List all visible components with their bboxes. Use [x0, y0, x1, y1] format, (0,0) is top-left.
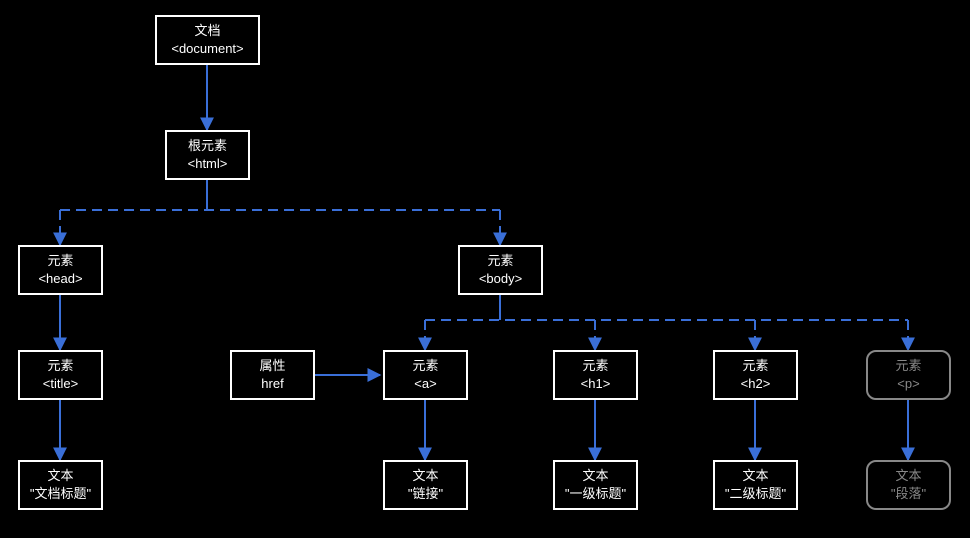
node-a: 元素 <a>: [383, 350, 468, 400]
node-href: 属性 href: [230, 350, 315, 400]
node-tag: href: [238, 375, 307, 393]
node-title: 元素 <title>: [18, 350, 103, 400]
node-p-text: 文本 "段落": [866, 460, 951, 510]
node-a-text: 文本 "链接": [383, 460, 468, 510]
node-label: 文本: [874, 467, 943, 485]
node-label: 元素: [26, 252, 95, 270]
node-h2-text: 文本 "二级标题": [713, 460, 798, 510]
node-tag: "文档标题": [26, 485, 95, 503]
node-label: 文本: [391, 467, 460, 485]
node-p: 元素 <p>: [866, 350, 951, 400]
node-html: 根元素 <html>: [165, 130, 250, 180]
node-tag: <body>: [466, 270, 535, 288]
node-title-text: 文本 "文档标题": [18, 460, 103, 510]
node-tag: "一级标题": [561, 485, 630, 503]
node-label: 元素: [874, 357, 943, 375]
node-label: 元素: [721, 357, 790, 375]
node-label: 属性: [238, 357, 307, 375]
node-tag: "段落": [874, 485, 943, 503]
node-tag: <h1>: [561, 375, 630, 393]
node-label: 元素: [466, 252, 535, 270]
node-tag: <h2>: [721, 375, 790, 393]
node-label: 根元素: [173, 137, 242, 155]
node-tag: <a>: [391, 375, 460, 393]
node-label: 元素: [391, 357, 460, 375]
node-tag: "二级标题": [721, 485, 790, 503]
node-tag: "链接": [391, 485, 460, 503]
node-label: 元素: [26, 357, 95, 375]
node-tag: <html>: [173, 155, 242, 173]
node-tag: <title>: [26, 375, 95, 393]
node-tag: <head>: [26, 270, 95, 288]
node-document: 文档 <document>: [155, 15, 260, 65]
node-label: 元素: [561, 357, 630, 375]
node-h1: 元素 <h1>: [553, 350, 638, 400]
node-tag: <p>: [874, 375, 943, 393]
node-body: 元素 <body>: [458, 245, 543, 295]
node-label: 文本: [721, 467, 790, 485]
node-tag: <document>: [163, 40, 252, 58]
node-head: 元素 <head>: [18, 245, 103, 295]
node-label: 文档: [163, 22, 252, 40]
node-label: 文本: [26, 467, 95, 485]
node-h2: 元素 <h2>: [713, 350, 798, 400]
node-label: 文本: [561, 467, 630, 485]
node-h1-text: 文本 "一级标题": [553, 460, 638, 510]
